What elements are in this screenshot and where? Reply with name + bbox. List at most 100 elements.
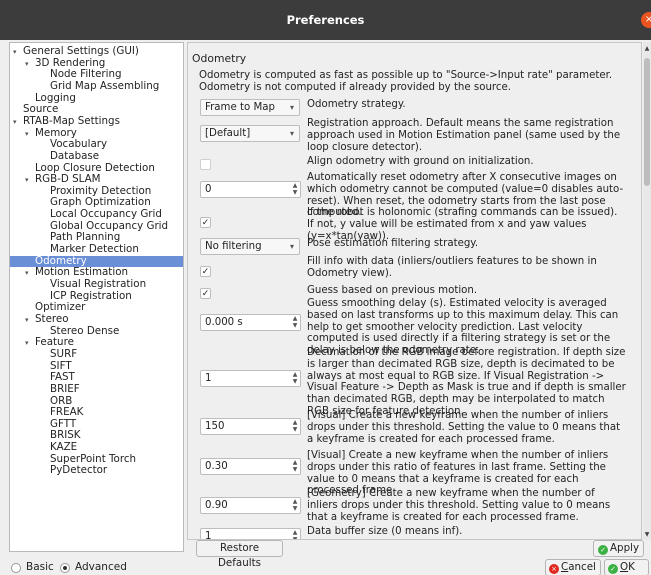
option-value: Frame to Map [205, 102, 275, 113]
option-description: Odometry strategy. [307, 99, 406, 110]
basic-label: Basic [26, 561, 54, 573]
option-value: 0.000 s [205, 317, 243, 328]
tree-item-label: Node Filtering [50, 68, 122, 81]
tree-item-label: GFTT [50, 417, 77, 430]
option-checkbox[interactable]: ✓ [200, 288, 211, 299]
expand-arrow-icon[interactable]: ▾ [13, 117, 23, 129]
tree-item-label: SIFT [50, 359, 72, 372]
tree-item-label: Database [50, 149, 100, 162]
option-description: Pose estimation filtering strategy. [307, 238, 479, 249]
scroll-down-icon[interactable]: ▼ [643, 531, 651, 538]
spin-arrows-icon[interactable]: ▲ ▼ [292, 371, 298, 385]
chevron-down-icon[interactable]: ▾ [290, 100, 294, 115]
option-spinbox[interactable]: 0.000 s ▲ ▼ [200, 314, 301, 331]
apply-button[interactable]: ✓ Apply [593, 540, 644, 557]
chevron-down-icon[interactable]: ▾ [290, 239, 294, 254]
option-dropdown[interactable]: [Default] ▾ [200, 125, 300, 142]
expand-arrow-icon[interactable]: ▾ [13, 47, 23, 59]
tree-item-label: Grid Map Assembling [50, 79, 160, 92]
spin-arrows-icon[interactable]: ▲ ▼ [292, 182, 298, 196]
tree-item-label: Vocabulary [50, 138, 108, 151]
tree-item-label: Proximity Detection [50, 184, 152, 197]
expand-arrow-icon[interactable]: ▾ [25, 129, 35, 141]
option-dropdown[interactable]: Frame to Map ▾ [200, 99, 300, 116]
spin-arrows-icon[interactable]: ▲ ▼ [292, 315, 298, 329]
tree-item-label: SuperPoint Torch [50, 452, 137, 465]
tree-item-label: BRIEF [50, 382, 80, 395]
option-description: Registration approach. Default means the… [307, 118, 621, 153]
expand-arrow-icon[interactable]: ▾ [25, 59, 35, 71]
expand-arrow-icon[interactable]: ▾ [25, 315, 35, 327]
option-spinbox[interactable]: 0.30 ▲ ▼ [200, 458, 301, 475]
tree-item-label: BRISK [50, 429, 81, 442]
tree-item-label: Path Planning [50, 231, 121, 244]
settings-tree[interactable]: ▾ General Settings (GUI) ▾ 3D Rendering Node… [9, 42, 184, 552]
scroll-thumb[interactable] [644, 58, 650, 186]
tree-item-label: ICP Registration [50, 289, 132, 302]
restore-defaults-button[interactable]: Restore Defaults [196, 540, 283, 569]
tree-item-label: Odometry [35, 254, 87, 267]
scroll-up-icon[interactable]: ▲ [643, 45, 651, 52]
odometry-panel: Odometry Odometry is computed as fast as… [187, 42, 642, 540]
tree-item-label: Marker Detection [50, 243, 139, 256]
option-checkbox[interactable] [200, 159, 211, 170]
option-description: Guess based on previous motion. [307, 285, 478, 296]
spin-arrows-icon[interactable]: ▲ ▼ [292, 459, 298, 473]
tree-item-label: Feature [35, 336, 74, 349]
title-bar: Preferences × [0, 0, 651, 40]
close-icon[interactable]: × [641, 12, 651, 28]
option-dropdown[interactable]: No filtering ▾ [200, 238, 300, 255]
apply-label: Apply [610, 542, 640, 554]
check-circle-icon: ✓ [608, 564, 618, 574]
tree-item-label: ORB [50, 394, 73, 407]
tree-item-label: Visual Registration [50, 278, 147, 290]
option-value: 0.30 [205, 461, 228, 472]
spin-arrows-icon[interactable]: ▲ ▼ [292, 529, 298, 539]
tree-item-label: RTAB-Map Settings [23, 114, 120, 127]
tree-item-label: 3D Rendering [35, 56, 106, 69]
tree-item-label: KAZE [50, 441, 78, 454]
ok-button[interactable]: ✓ OK [604, 559, 649, 575]
tree-item-label: General Settings (GUI) [23, 45, 139, 57]
option-checkbox[interactable]: ✓ [200, 266, 211, 277]
tree-item-label: Local Occupancy Grid [50, 208, 162, 221]
tree-item-label: RGB-D SLAM [35, 173, 101, 186]
expand-arrow-icon[interactable]: ▾ [25, 338, 35, 350]
option-description: [Geometry] Create a new keyframe when th… [307, 488, 611, 523]
option-value: 0 [205, 184, 212, 195]
option-spinbox[interactable]: 150 ▲ ▼ [200, 418, 301, 435]
spin-arrows-icon[interactable]: ▲ ▼ [292, 498, 298, 512]
check-circle-icon: ✓ [598, 545, 608, 555]
section-title: Odometry [192, 52, 247, 65]
tree-item-label: Graph Optimization [50, 196, 151, 209]
advanced-radio[interactable] [60, 563, 70, 573]
ok-label: K [628, 561, 635, 573]
tree-item-label: Optimizer [35, 301, 86, 314]
advanced-label: Advanced [75, 561, 127, 573]
cancel-button[interactable]: × Cancel [545, 559, 601, 575]
radio-dot [63, 566, 67, 570]
option-spinbox[interactable]: 0 ▲ ▼ [200, 181, 301, 198]
tree-item-label: SURF [50, 347, 78, 360]
expand-arrow-icon[interactable]: ▾ [25, 175, 35, 187]
ok-mnemonic: O [620, 561, 629, 573]
option-description: Decimation of the RGB image before regis… [307, 347, 626, 417]
tree-item-label: Source [23, 103, 59, 116]
tree-item-label: Logging [35, 91, 76, 104]
basic-radio[interactable] [11, 563, 21, 573]
option-spinbox[interactable]: 1 ▲ ▼ [200, 370, 301, 387]
option-value: 1 [205, 531, 212, 540]
option-spinbox[interactable]: 0.90 ▲ ▼ [200, 497, 301, 514]
spin-arrows-icon[interactable]: ▲ ▼ [292, 419, 298, 433]
option-spinbox[interactable]: 1 ▲ ▼ [200, 528, 301, 540]
panel-scrollbar[interactable]: ▲ ▼ [643, 42, 651, 540]
option-value: No filtering [205, 241, 262, 252]
tree-item[interactable]: PyDetector [50, 465, 107, 477]
expand-arrow-icon[interactable]: ▾ [25, 268, 35, 280]
cancel-circle-icon: × [549, 564, 559, 574]
option-checkbox[interactable]: ✓ [200, 217, 211, 228]
option-description: [Visual] Create a new keyframe when the … [307, 410, 621, 445]
tree-item-label: Global Occupancy Grid [50, 219, 169, 232]
chevron-down-icon[interactable]: ▾ [290, 126, 294, 141]
tree-item-label: Loop Closure Detection [35, 161, 155, 174]
